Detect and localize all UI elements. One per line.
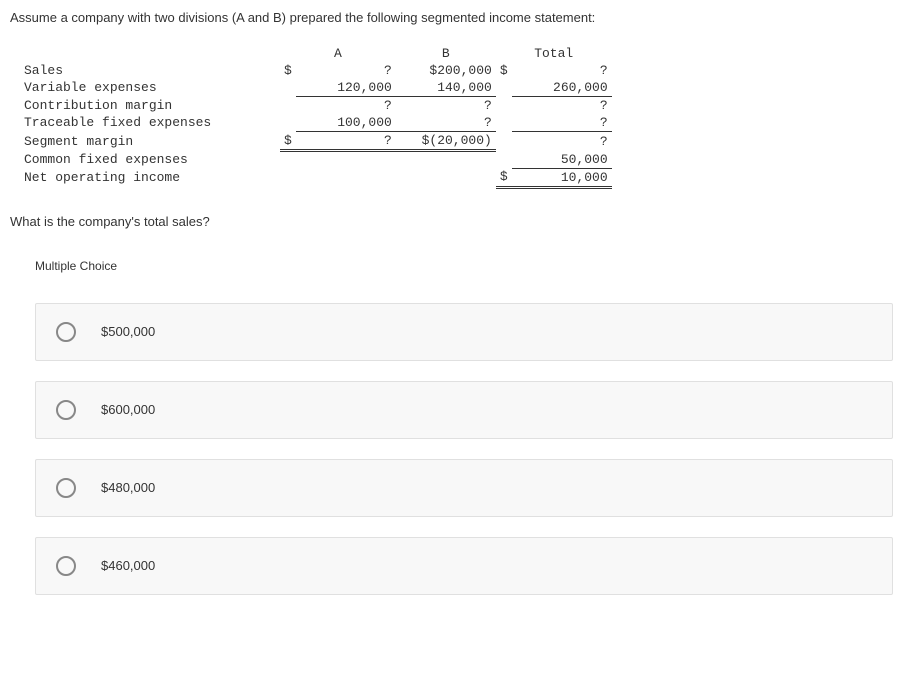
choice-label: $600,000 xyxy=(101,402,155,417)
choice-label: $500,000 xyxy=(101,324,155,339)
row-sales: Sales $ ? $200,000 $ ? xyxy=(20,62,612,79)
intro-text: Assume a company with two divisions (A a… xyxy=(10,10,893,25)
col-header-b: B xyxy=(396,45,496,62)
col-header-a: A xyxy=(280,45,396,62)
multiple-choice-label: Multiple Choice xyxy=(35,259,893,273)
radio-icon xyxy=(56,400,76,420)
row-traceable-fixed: Traceable fixed expenses 100,000 ? ? xyxy=(20,114,612,132)
radio-icon xyxy=(56,556,76,576)
question-text: What is the company's total sales? xyxy=(10,214,893,229)
row-contribution-margin: Contribution margin ? ? ? xyxy=(20,97,612,115)
row-variable-expenses: Variable expenses 120,000 140,000 260,00… xyxy=(20,79,612,97)
row-segment-margin: Segment margin $ ? $(20,000) ? xyxy=(20,132,612,151)
choice-label: $480,000 xyxy=(101,480,155,495)
choice-option[interactable]: $480,000 xyxy=(35,459,893,517)
income-statement-table: A B Total Sales $ ? $200,000 $ ? Variabl… xyxy=(20,45,612,189)
choice-option[interactable]: $460,000 xyxy=(35,537,893,595)
choice-option[interactable]: $500,000 xyxy=(35,303,893,361)
radio-icon xyxy=(56,322,76,342)
radio-icon xyxy=(56,478,76,498)
col-header-total: Total xyxy=(496,45,612,62)
row-common-fixed: Common fixed expenses 50,000 xyxy=(20,151,612,169)
choices-container: $500,000 $600,000 $480,000 $460,000 xyxy=(35,303,893,595)
choice-option[interactable]: $600,000 xyxy=(35,381,893,439)
choice-label: $460,000 xyxy=(101,558,155,573)
row-net-operating-income: Net operating income $ 10,000 xyxy=(20,168,612,187)
